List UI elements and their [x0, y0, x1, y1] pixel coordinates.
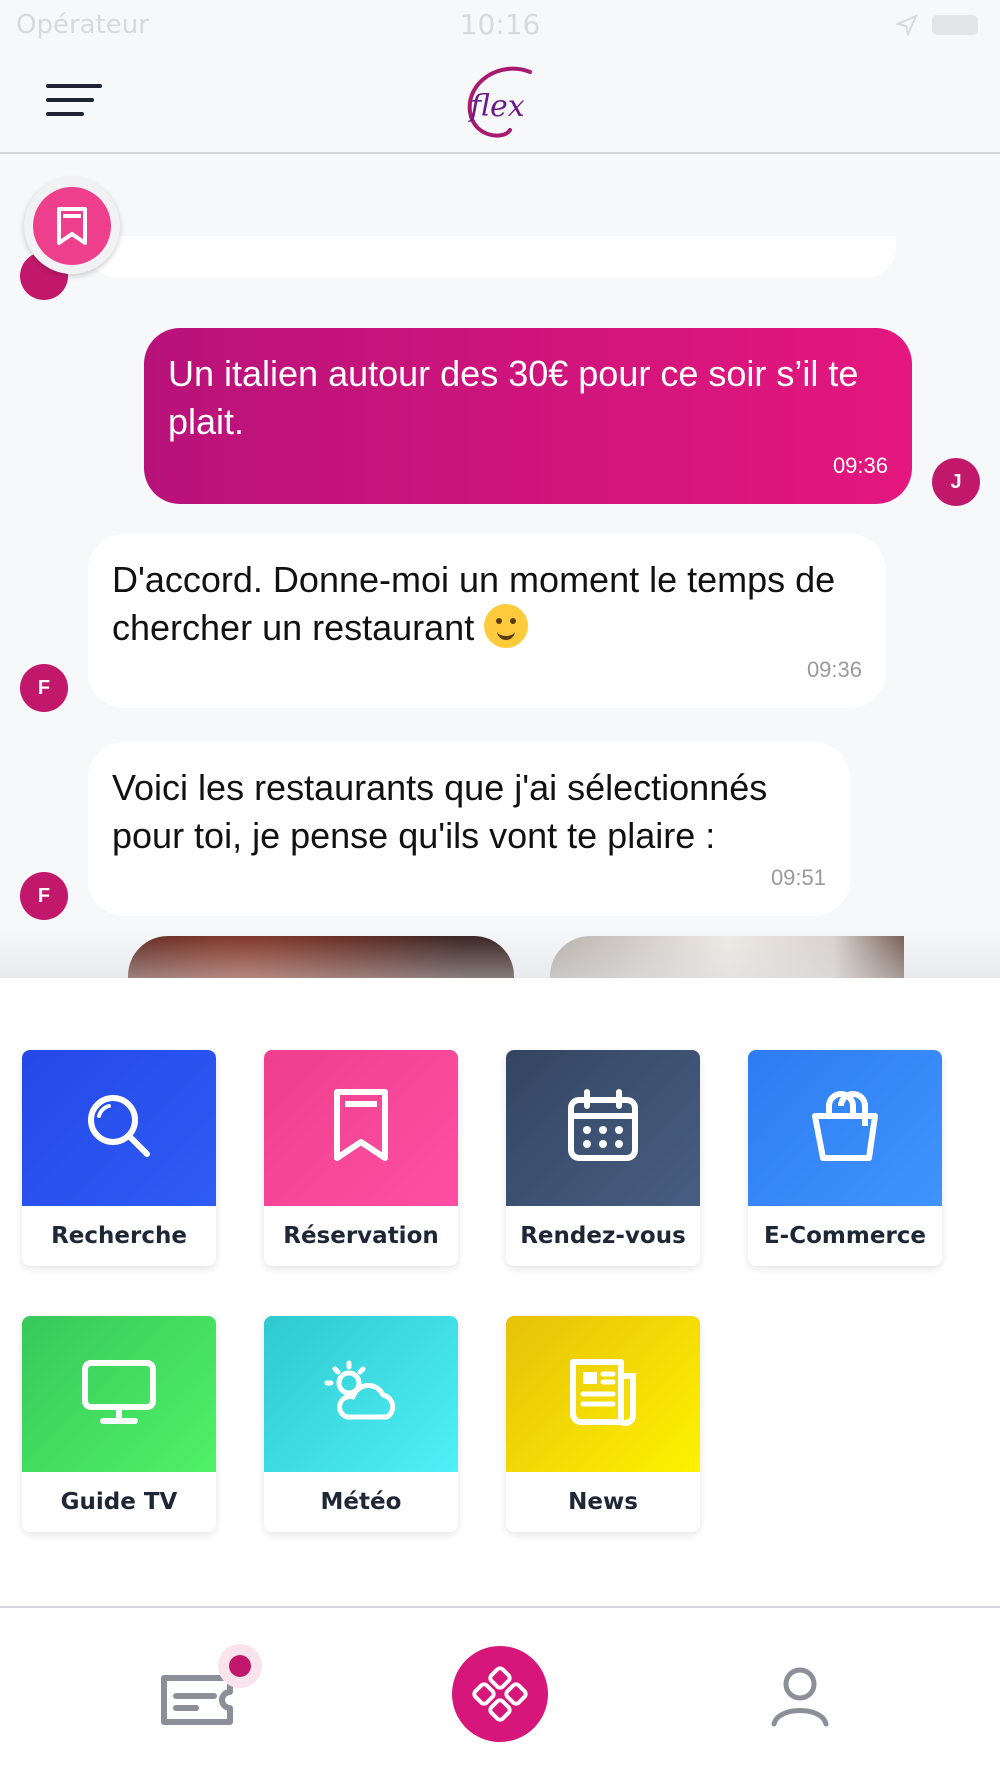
- message-text: Un italien autour des 30€ pour ce soir s…: [168, 353, 859, 442]
- message-text: Voici les restaurants que j'ai sélection…: [112, 767, 768, 856]
- status-icons: [896, 14, 978, 36]
- chat-area[interactable]: Un italien autour des 30€ pour ce soir s…: [0, 156, 1000, 978]
- bot-avatar: F: [20, 872, 68, 920]
- logo-text: flex: [468, 89, 525, 124]
- message-bubble-outgoing: Un italien autour des 30€ pour ce soir s…: [144, 328, 912, 504]
- weather-icon: [321, 1357, 401, 1431]
- service-tile-label: Météo: [320, 1489, 402, 1515]
- service-tile-label: Guide TV: [60, 1489, 178, 1515]
- hugging-face-emoji-icon: [484, 604, 529, 648]
- service-tile-header: [748, 1050, 942, 1206]
- service-tile-reservation[interactable]: Réservation: [264, 1050, 458, 1266]
- search-icon: [79, 1086, 159, 1170]
- user-avatar: J: [932, 458, 980, 506]
- service-tile-meteo[interactable]: Météo: [264, 1316, 458, 1532]
- service-tile-header: [22, 1316, 216, 1472]
- newspaper-icon: [565, 1354, 641, 1434]
- services-panel: Recherche Réservation Rendez-vous E-Commerc…: [0, 978, 1000, 1608]
- services-button[interactable]: [452, 1646, 548, 1742]
- notification-badge: [218, 1644, 262, 1688]
- service-tile-guide-tv[interactable]: Guide TV: [22, 1316, 216, 1532]
- battery-icon: [932, 15, 978, 35]
- monitor-icon: [79, 1357, 159, 1431]
- message-time: 09:36: [806, 657, 862, 682]
- bookmark-icon: [57, 207, 87, 245]
- app-header: flex: [0, 52, 1000, 154]
- previous-message-bubble: [88, 236, 896, 278]
- service-tile-label: News: [568, 1489, 638, 1515]
- bookmark-button[interactable]: [24, 178, 120, 274]
- status-bar: Opérateur 10:16: [0, 0, 1000, 52]
- service-tile-label: Rendez-vous: [520, 1223, 686, 1249]
- message-time: 09:36: [832, 453, 888, 478]
- shopping-bag-icon: [807, 1086, 883, 1170]
- nav-profile[interactable]: [770, 1664, 830, 1732]
- service-tile-e-commerce[interactable]: E-Commerce: [748, 1050, 942, 1266]
- services-grid-icon: [472, 1666, 528, 1722]
- service-tile-header: [22, 1050, 216, 1206]
- profile-icon: [771, 1667, 829, 1727]
- service-tile-news[interactable]: News: [506, 1316, 700, 1532]
- message-time: 09:51: [770, 865, 826, 890]
- status-time: 10:16: [459, 8, 541, 41]
- service-tile-header: [506, 1316, 700, 1472]
- menu-button[interactable]: [46, 82, 102, 122]
- message-bubble-incoming: Voici les restaurants que j'ai sélection…: [88, 742, 850, 916]
- message-bubble-incoming: D'accord. Donne-moi un moment le temps d…: [88, 534, 886, 708]
- bookmark-icon: [331, 1086, 391, 1170]
- calendar-icon: [565, 1088, 641, 1168]
- service-tile-label: Réservation: [283, 1223, 439, 1249]
- service-tile-header: [264, 1316, 458, 1472]
- service-tile-rendez-vous[interactable]: Rendez-vous: [506, 1050, 700, 1266]
- bottom-nav: [0, 1606, 1000, 1778]
- service-tile-header: [264, 1050, 458, 1206]
- bot-avatar: F: [20, 664, 68, 712]
- panel-shadow: [0, 926, 1000, 978]
- service-tile-label: Recherche: [51, 1223, 187, 1249]
- location-arrow-icon: [896, 14, 918, 36]
- flex-logo: flex: [467, 66, 532, 138]
- service-tile-recherche[interactable]: Recherche: [22, 1050, 216, 1266]
- service-tile-label: E-Commerce: [763, 1223, 927, 1249]
- message-text: D'accord. Donne-moi un moment le temps d…: [112, 559, 836, 648]
- service-tile-header: [506, 1050, 700, 1206]
